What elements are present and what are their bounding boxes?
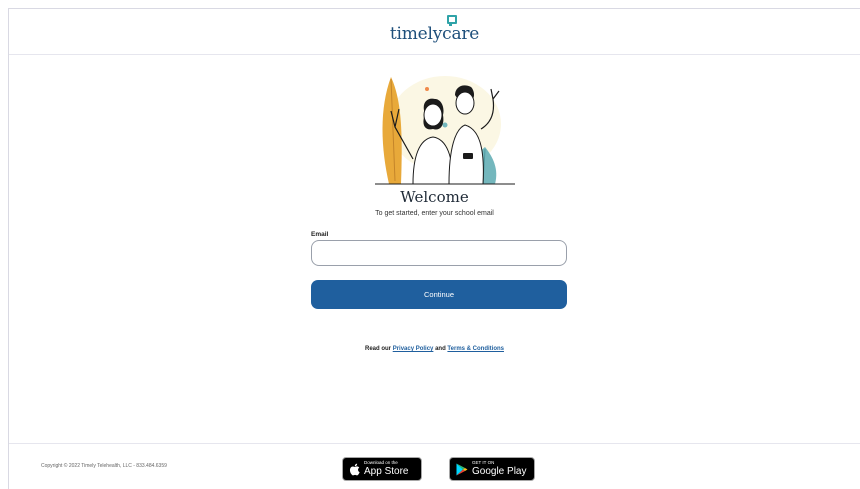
page-title: Welcome: [400, 188, 469, 206]
copyright-text: Copyright © 2022 Timely Telehealth, LLC …: [41, 463, 167, 469]
logo-mark-icon: [447, 14, 458, 26]
app-frame: timely care Welcome To get started, enter…: [8, 8, 860, 489]
app-store-big-text: App Store: [364, 465, 409, 477]
privacy-policy-link[interactable]: Privacy Policy: [393, 346, 434, 352]
legal-prefix: Read our: [365, 346, 392, 352]
google-play-icon: [456, 463, 468, 475]
google-play-badge[interactable]: GET IT ON Google Play: [449, 457, 535, 481]
timelycare-logo[interactable]: timely care: [389, 14, 479, 44]
legal-and: and: [435, 346, 446, 352]
google-play-big-text: Google Play: [472, 465, 527, 477]
apple-icon: [349, 463, 360, 475]
welcome-illustration: [375, 76, 515, 185]
app-store-badge[interactable]: Download on the App Store: [342, 457, 422, 481]
email-field[interactable]: [311, 240, 567, 266]
logo-text-care: care: [442, 14, 479, 44]
legal-notice: Read our Privacy Policy and Terms & Cond…: [9, 346, 860, 352]
terms-conditions-link[interactable]: Terms & Conditions: [447, 346, 504, 352]
logo-text-timely: timely: [389, 23, 443, 44]
email-label: Email: [311, 231, 329, 238]
page-subtitle: To get started, enter your school email: [375, 210, 494, 217]
continue-button[interactable]: Continue: [311, 280, 567, 309]
footer: Copyright © 2022 Timely Telehealth, LLC …: [9, 443, 860, 489]
header: timely care: [9, 9, 860, 55]
